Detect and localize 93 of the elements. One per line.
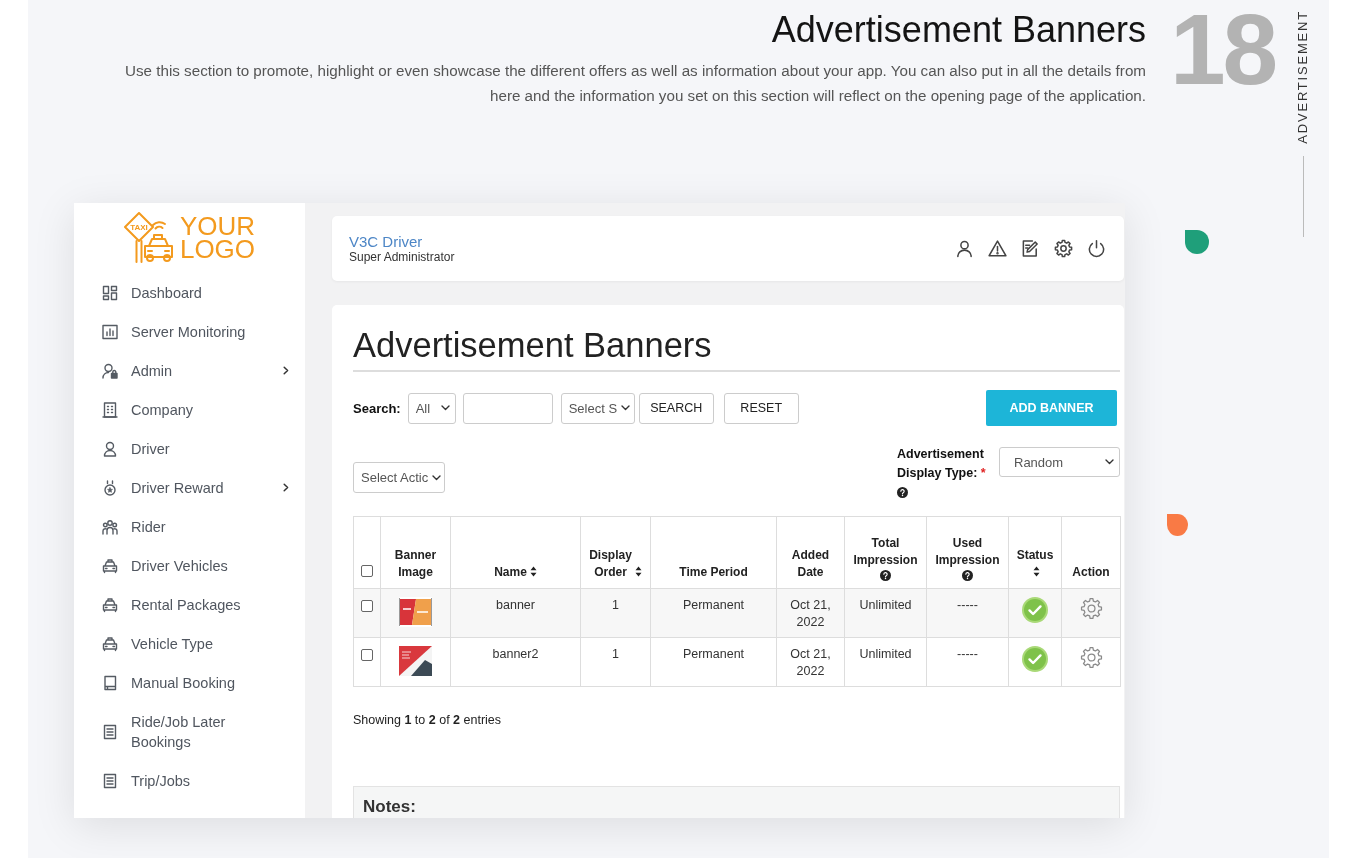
sidebar-item[interactable]: Company bbox=[74, 390, 305, 429]
user-role: Super Administrator bbox=[349, 249, 455, 265]
column-header[interactable]: Name bbox=[494, 564, 527, 581]
sidebar-item[interactable]: Dashboard bbox=[74, 273, 305, 312]
sidebar-item[interactable]: Driver bbox=[74, 429, 305, 468]
caret-icon bbox=[432, 474, 442, 481]
table-cell: Oct 21, 2022 bbox=[776, 588, 845, 638]
column-header: Used Impression bbox=[934, 535, 1001, 569]
search-field[interactable] bbox=[462, 392, 553, 424]
car-icon bbox=[102, 557, 118, 574]
sort-icon[interactable] bbox=[529, 566, 537, 577]
checkbox[interactable] bbox=[361, 648, 373, 661]
table-cell: Unlimited bbox=[844, 637, 927, 687]
table-cell: ----- bbox=[926, 588, 1009, 638]
caret-icon bbox=[1105, 459, 1114, 465]
sidebar-item[interactable]: Trip/Jobs bbox=[74, 761, 305, 800]
scope-select[interactable]: All bbox=[407, 392, 456, 424]
document-icon bbox=[102, 772, 118, 789]
section-title: Advertisement Banners bbox=[771, 10, 1146, 50]
checkbox[interactable] bbox=[361, 599, 373, 612]
checkbox[interactable] bbox=[361, 564, 373, 577]
page-title: Advertisement Banners bbox=[353, 325, 1120, 372]
sidebar-item[interactable]: Admin bbox=[74, 351, 305, 390]
drop-icon bbox=[1185, 230, 1209, 254]
banner-thumbnail bbox=[399, 646, 432, 676]
car-icon bbox=[102, 635, 118, 652]
user-lock-icon bbox=[102, 362, 118, 379]
building-icon bbox=[102, 401, 118, 418]
check-circle-icon[interactable] bbox=[1022, 597, 1048, 623]
section-label: ADVERTISEMENT bbox=[1295, 10, 1311, 144]
power-icon[interactable] bbox=[1087, 239, 1106, 258]
book-icon bbox=[102, 674, 118, 691]
entries-summary: Showing 1 to 2 of 2 entries bbox=[353, 712, 503, 729]
bar-chart-icon bbox=[102, 323, 118, 340]
sidebar-item[interactable]: Rider bbox=[74, 507, 305, 546]
search-button[interactable]: SEARCH bbox=[638, 392, 714, 424]
user-icon[interactable] bbox=[955, 239, 974, 258]
table-cell: banner bbox=[450, 588, 581, 638]
notes-title: Notes: bbox=[363, 796, 417, 818]
caret-icon bbox=[440, 405, 450, 411]
bulk-action-select[interactable]: Select Actic bbox=[353, 462, 445, 493]
warning-icon[interactable] bbox=[988, 239, 1007, 258]
grid-icon bbox=[102, 284, 118, 301]
table-cell: Oct 21, 2022 bbox=[776, 637, 845, 687]
status-select[interactable]: Select S bbox=[560, 392, 635, 424]
section-number: 18 bbox=[1170, 4, 1277, 94]
help-icon[interactable] bbox=[897, 487, 908, 498]
reset-button[interactable]: RESET bbox=[723, 392, 799, 424]
sidebar-item[interactable]: Ride/Job Later Bookings bbox=[74, 702, 305, 761]
sign-text: TAXI bbox=[130, 222, 148, 232]
people-icon bbox=[102, 518, 118, 535]
sidebar-item[interactable]: Rental Packages bbox=[74, 585, 305, 624]
sidebar-item[interactable]: Vehicle Type bbox=[74, 624, 305, 663]
display-type-select[interactable]: Random bbox=[999, 447, 1120, 477]
sort-icon[interactable] bbox=[634, 566, 642, 577]
taxi-car-icon bbox=[143, 233, 173, 262]
help-icon[interactable] bbox=[962, 570, 973, 581]
table-cell: Unlimited bbox=[844, 588, 927, 638]
logo-text: YOUR LOGO bbox=[179, 214, 256, 261]
column-header: Time Period bbox=[679, 564, 748, 581]
table-cell: 1 bbox=[580, 637, 651, 687]
document-icon bbox=[102, 723, 118, 740]
table-cell: banner2 bbox=[450, 637, 581, 687]
person-icon bbox=[102, 440, 118, 457]
table-cell: ----- bbox=[926, 637, 1009, 687]
sidebar-item[interactable]: Driver Vehicles bbox=[74, 546, 305, 585]
wifi-icon bbox=[151, 220, 166, 229]
column-header: Action bbox=[1072, 564, 1110, 581]
column-header: Banner Image bbox=[393, 547, 438, 581]
sidebar-item[interactable]: Server Monitoring bbox=[74, 312, 305, 351]
app-name: V3C Driver bbox=[349, 232, 424, 250]
car-icon bbox=[102, 596, 118, 613]
column-header[interactable]: Status bbox=[1016, 547, 1054, 564]
sidebar-item[interactable]: Driver Reward bbox=[74, 468, 305, 507]
column-header: Added Date bbox=[790, 547, 831, 581]
drop-icon bbox=[1167, 514, 1188, 536]
section-description: Use this section to promote, highlight or even showcase the different offers as well as information about your app. You can also put in all the details from here and the information you set on this section will reflect on the opening page of the application. bbox=[124, 61, 1146, 106]
help-icon[interactable] bbox=[880, 570, 891, 581]
caret-icon bbox=[621, 405, 631, 411]
column-header: Total Impression bbox=[852, 535, 919, 569]
field-label: Advertisement Display Type: * bbox=[897, 446, 987, 482]
table-cell: 1 bbox=[580, 588, 651, 638]
search-label: Search: bbox=[353, 400, 401, 416]
table-cell: Permanent bbox=[650, 588, 777, 638]
check-circle-icon[interactable] bbox=[1022, 646, 1048, 672]
banner-thumbnail bbox=[399, 597, 432, 627]
sidebar-item[interactable]: Manual Booking bbox=[74, 663, 305, 702]
medal-icon bbox=[102, 479, 118, 496]
sort-icon[interactable] bbox=[1033, 566, 1040, 577]
table-cell: Permanent bbox=[650, 637, 777, 687]
settings-icon[interactable] bbox=[1054, 239, 1073, 258]
taxi-sign-icon bbox=[123, 211, 154, 263]
edit-icon[interactable] bbox=[1021, 239, 1040, 258]
